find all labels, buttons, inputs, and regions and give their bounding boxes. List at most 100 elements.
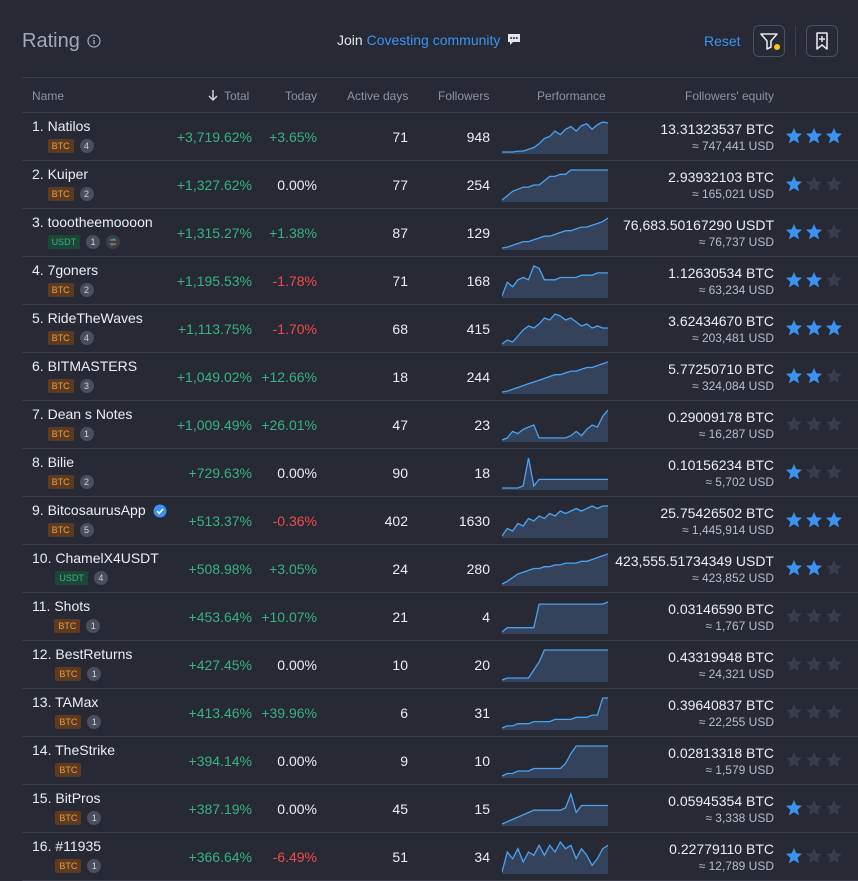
rating-stars	[785, 415, 858, 433]
table-row[interactable]: 11. Shots BTC 1 +453.64% +10.07% 21 4 0.0314659…	[22, 593, 858, 641]
star-icon	[826, 272, 842, 288]
col-followers[interactable]: Followers	[438, 89, 489, 103]
filter-button[interactable]	[753, 25, 785, 57]
covesting-community-link[interactable]: Covesting community	[367, 32, 501, 48]
star-icon	[786, 608, 802, 624]
followers-equity-usd: ≈ 16,287 USD	[698, 427, 774, 441]
trader-name[interactable]: 5. RideTheWaves	[32, 310, 143, 326]
table-row[interactable]: 16. #11935 BTC 1 +366.64% -6.49% 51 34 0.227791…	[22, 833, 858, 881]
trader-name[interactable]: 11. Shots	[32, 598, 90, 614]
total-return: +1,049.02%	[176, 369, 252, 385]
active-days: 71	[392, 129, 408, 145]
followers-equity: 0.10156234 BTC	[668, 457, 774, 473]
trader-name[interactable]: 1. Natilos	[32, 118, 90, 134]
trader-name[interactable]: 9. BitcosaurusApp	[32, 502, 146, 518]
today-return: +26.01%	[261, 417, 317, 433]
table-row[interactable]: 15. BitPros BTC 1 +387.19% 0.00% 45 15 0.059453…	[22, 785, 858, 833]
table-row[interactable]: 14. TheStrike BTC +394.14% 0.00% 9 10 0.028133…	[22, 737, 858, 785]
rank-number: 5.	[32, 310, 44, 326]
followers-equity-usd: ≈ 324,084 USD	[692, 379, 774, 393]
trader-name[interactable]: 15. BitPros	[32, 790, 100, 806]
today-return: 0.00%	[277, 657, 317, 673]
total-return: +387.19%	[188, 801, 252, 817]
currency-badge: BTC	[55, 763, 82, 777]
strategy-count-badge: 1	[87, 715, 102, 729]
table-row[interactable]: 4. 7goners BTC 2 +1,195.53% -1.78% 71 168 1.126…	[22, 257, 858, 305]
rank-number: 11.	[32, 598, 51, 614]
followers-equity-usd: ≈ 24,321 USD	[698, 667, 774, 681]
rating-stars	[785, 223, 858, 241]
followers-equity: 76,683.50167290 USDT	[623, 217, 774, 233]
sparkline-area	[502, 842, 608, 874]
followers-equity-usd: ≈ 165,021 USD	[692, 187, 774, 201]
trader-name-text: Bilie	[47, 454, 75, 470]
star-icon	[806, 416, 822, 432]
total-return: +453.64%	[188, 609, 252, 625]
followers-count: 254	[466, 177, 490, 193]
active-days: 68	[392, 321, 408, 337]
strategy-count-badge: 1	[87, 811, 102, 825]
followers-count: 10	[474, 753, 490, 769]
star-icon	[806, 752, 822, 768]
trader-name[interactable]: 14. TheStrike	[32, 742, 115, 758]
table-row[interactable]: 12. BestReturns BTC 1 +427.45% 0.00% 10 20 0.43…	[22, 641, 858, 689]
followers-equity: 0.03146590 BTC	[668, 601, 774, 617]
col-total[interactable]: Total	[224, 89, 249, 103]
trader-name[interactable]: 7. Dean s Notes	[32, 406, 132, 422]
performance-sparkline	[502, 697, 608, 730]
col-today[interactable]: Today	[285, 89, 317, 103]
table-row[interactable]: 2. Kuiper BTC 2 +1,327.62% 0.00% 77 254 2.93932…	[22, 161, 858, 209]
sparkline-area	[502, 314, 608, 346]
table-row[interactable]: 6. BITMASTERS BTC 3 +1,049.02% +12.66% 18 244 5…	[22, 353, 858, 401]
trader-name[interactable]: 10. ChamelX4USDT	[32, 550, 159, 566]
table-row[interactable]: 5. RideTheWaves BTC 4 +1,113.75% -1.70% 68 415…	[22, 305, 858, 353]
table-row[interactable]: 9. BitcosaurusApp BTC 5 +513.37% -0.36% 402 16…	[22, 497, 858, 545]
table-row[interactable]: 1. Natilos BTC 4 +3,719.62% +3.65% 71 948 13.31…	[22, 113, 858, 161]
table-row[interactable]: 3. toootheemoooon USDT 1 +1,315.27% +1.38% 87…	[22, 209, 858, 257]
active-days: 90	[392, 465, 408, 481]
active-days: 71	[392, 273, 408, 289]
trader-name[interactable]: 8. Bilie	[32, 454, 74, 470]
active-days: 9	[400, 753, 408, 769]
chat-icon[interactable]	[507, 33, 521, 46]
trader-name[interactable]: 4. 7goners	[32, 262, 98, 278]
trader-name-text: TheStrike	[55, 742, 116, 758]
performance-sparkline	[502, 791, 608, 826]
trader-name[interactable]: 2. Kuiper	[32, 166, 88, 182]
table-row[interactable]: 13. TAMax BTC 1 +413.46% +39.96% 6 31 0.3964083…	[22, 689, 858, 737]
rank-number: 6.	[32, 358, 44, 374]
followers-equity-usd: ≈ 203,481 USD	[692, 331, 774, 345]
trader-name[interactable]: 13. TAMax	[32, 694, 98, 710]
star-icon	[806, 224, 822, 240]
followers-equity: 2.93932103 BTC	[668, 169, 774, 185]
table-row[interactable]: 7. Dean s Notes BTC 1 +1,009.49% +26.01% 47 23…	[22, 401, 858, 449]
trader-name[interactable]: 6. BITMASTERS	[32, 358, 137, 374]
star-icon	[786, 224, 802, 240]
bookmark-button[interactable]	[806, 25, 838, 57]
info-icon[interactable]	[87, 34, 101, 48]
trader-name[interactable]: 3. toootheemoooon	[32, 214, 153, 230]
followers-count: 129	[466, 225, 490, 241]
reset-button[interactable]: Reset	[704, 33, 741, 49]
star-icon	[826, 752, 842, 768]
strategy-count-badge: 3	[79, 379, 94, 393]
performance-sparkline	[502, 361, 608, 394]
col-name[interactable]: Name	[32, 89, 64, 103]
performance-sparkline	[502, 649, 608, 682]
rank-number: 10.	[32, 550, 52, 566]
total-return: +1,009.49%	[176, 417, 252, 433]
sort-arrow-down-icon[interactable]	[208, 89, 218, 102]
table-row[interactable]: 10. ChamelX4USDT USDT 4 +508.98% +3.05% 24 280…	[22, 545, 858, 593]
trader-name[interactable]: 12. BestReturns	[32, 646, 132, 662]
active-days: 87	[392, 225, 408, 241]
trader-name[interactable]: 16. #11935	[32, 838, 101, 854]
today-return: 0.00%	[277, 465, 317, 481]
followers-equity: 0.22779110 BTC	[669, 841, 774, 857]
rank-number: 7.	[32, 406, 44, 422]
today-return: +3.05%	[269, 561, 317, 577]
strategy-count-badge: 4	[79, 139, 94, 153]
col-followers-equity[interactable]: Followers' equity	[685, 89, 774, 103]
col-active-days[interactable]: Active days	[347, 89, 408, 103]
currency-badge: BTC	[47, 187, 74, 201]
table-row[interactable]: 8. Bilie BTC 2 +729.63% 0.00% 90 18 0.10156234 …	[22, 449, 858, 497]
